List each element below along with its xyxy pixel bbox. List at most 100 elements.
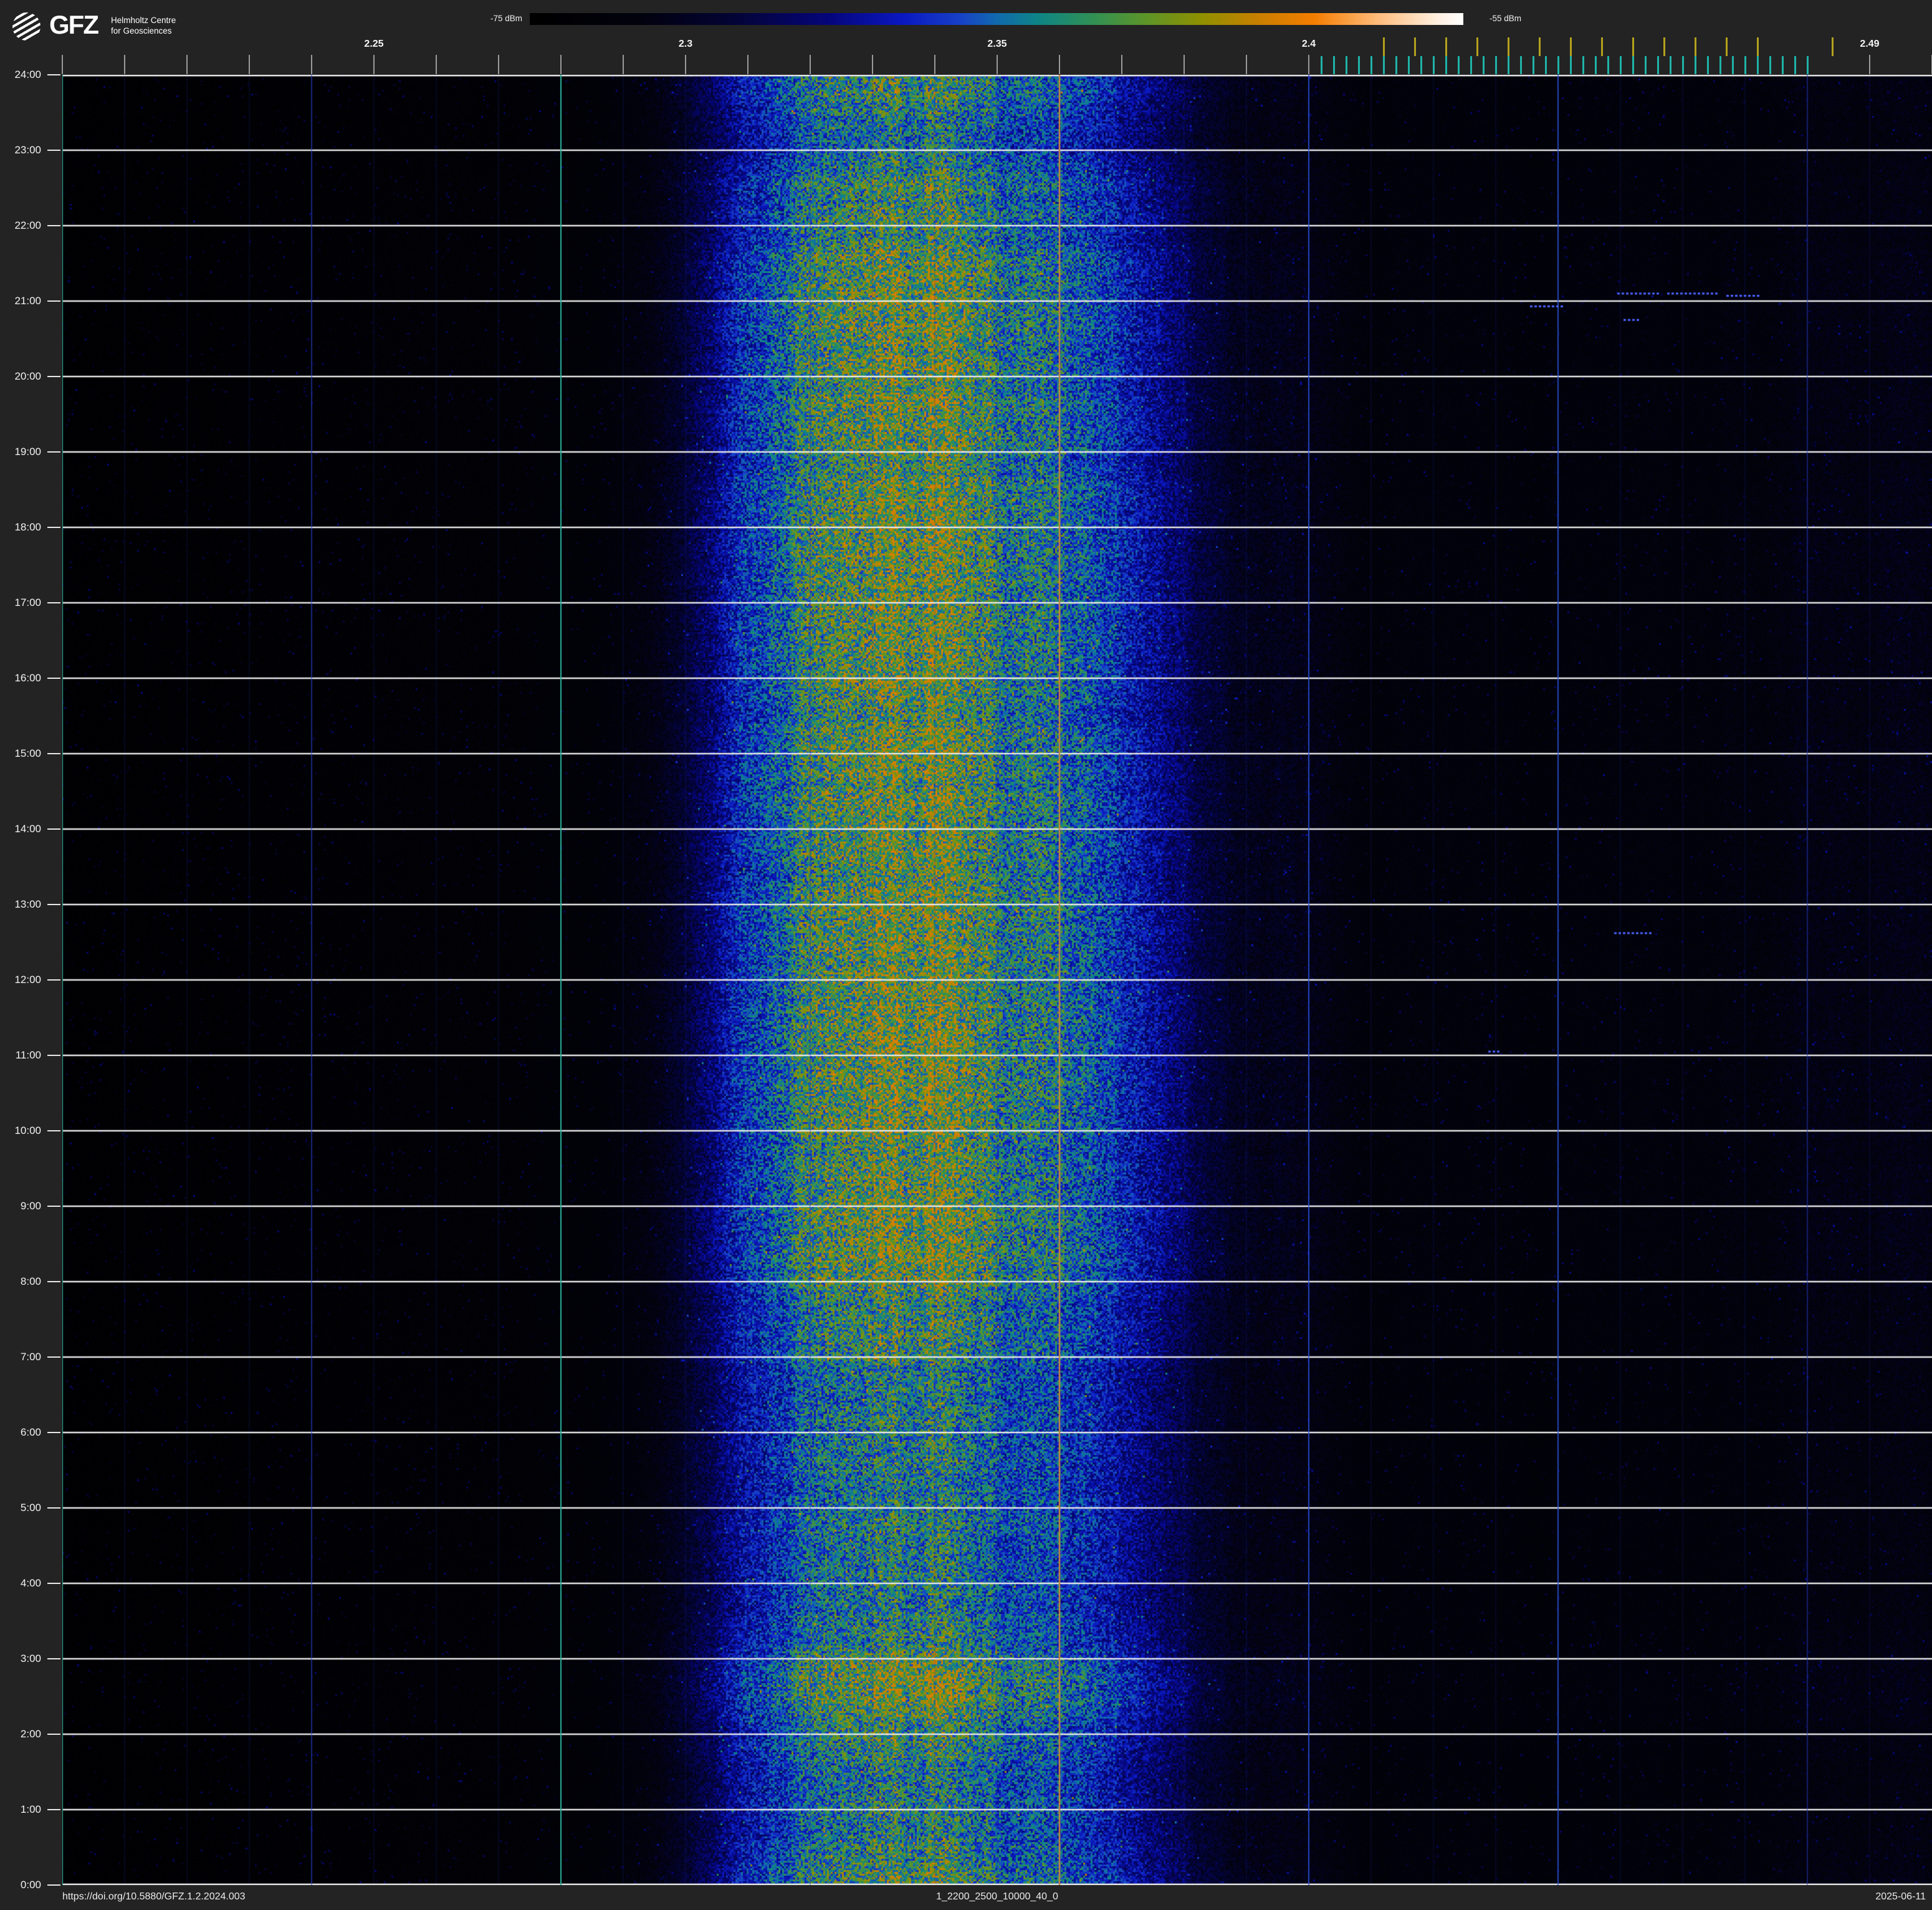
time-axis-tick <box>47 904 60 905</box>
time-axis-label: 4:00 <box>20 1577 41 1589</box>
freq-minor-tick <box>436 55 437 74</box>
time-axis-tick <box>47 527 60 528</box>
time-axis-tick <box>47 1281 60 1282</box>
wifi-channel-tick <box>1694 37 1696 56</box>
ble-channel-tick <box>1532 56 1534 74</box>
time-axis-tick <box>47 602 60 603</box>
ble-channel-tick <box>1382 56 1385 74</box>
freq-minor-tick <box>62 55 63 74</box>
ble-channel-tick <box>1694 56 1696 74</box>
ble-channel-tick <box>1432 56 1435 74</box>
ble-channel-tick <box>1395 56 1397 74</box>
time-axis-tick <box>47 1055 60 1056</box>
wifi-channel-tick <box>1507 37 1509 56</box>
gfz-logo-subtitle: Helmholtz Centre for Geosciences <box>111 15 176 36</box>
ble-channel-tick <box>1557 56 1559 74</box>
dataset-id: 1_2200_2500_10000_40_0 <box>936 1891 1058 1902</box>
ble-channel-tick <box>1681 56 1684 74</box>
ble-channel-tick <box>1357 56 1360 74</box>
doi-link[interactable]: https://doi.org/10.5880/GFZ.1.2.2024.003 <box>62 1891 246 1903</box>
time-axis-label: 1:00 <box>20 1803 41 1815</box>
wifi-channel-tick <box>1413 37 1416 56</box>
freq-minor-tick <box>1184 55 1185 74</box>
wifi-channel-tick <box>1725 37 1728 56</box>
freq-axis-label: 2.35 <box>987 39 1007 49</box>
time-axis-label: 24:00 <box>14 69 41 80</box>
time-axis-tick <box>47 451 60 453</box>
wifi-channel-tick <box>1445 37 1447 56</box>
time-axis-label: 14:00 <box>14 823 41 835</box>
ble-channel-tick <box>1594 56 1597 74</box>
wifi-channel-tick <box>1632 37 1634 56</box>
spectrogram-page: GFZ Helmholtz Centre for Geosciences -75… <box>0 0 1932 1910</box>
time-axis-tick <box>47 1809 60 1810</box>
time-axis-tick <box>47 376 60 377</box>
ble-channel-tick <box>1544 56 1547 74</box>
freq-axis-label: 2.25 <box>364 39 384 49</box>
time-axis-label: 2:00 <box>20 1728 41 1740</box>
ble-channel-tick <box>1619 56 1622 74</box>
ble-channel-tick <box>1719 56 1721 74</box>
time-axis-label: 0:00 <box>20 1879 41 1891</box>
ble-channel-tick <box>1744 56 1746 74</box>
freq-minor-tick <box>623 55 624 74</box>
time-axis-tick <box>47 828 60 830</box>
freq-minor-tick <box>311 55 312 74</box>
ble-channel-tick <box>1519 56 1522 74</box>
ble-channel-tick <box>1420 56 1422 74</box>
colorbar-min-label: -75 dBm <box>490 14 522 23</box>
time-axis-tick <box>47 1432 60 1433</box>
ble-channel-tick <box>1457 56 1460 74</box>
freq-minor-tick <box>560 55 562 74</box>
freq-minor-tick <box>498 55 499 74</box>
freq-minor-tick <box>872 55 873 74</box>
time-axis-label: 5:00 <box>20 1502 41 1514</box>
freq-minor-tick <box>1869 55 1870 74</box>
time-axis-tick <box>47 1734 60 1735</box>
time-axis-tick <box>47 300 60 302</box>
ble-channel-tick <box>1407 56 1410 74</box>
ble-channel-tick <box>1482 56 1485 74</box>
ble-channel-tick <box>1345 56 1347 74</box>
ble-channel-tick <box>1769 56 1771 74</box>
ble-channel-tick <box>1320 56 1322 74</box>
ble-channel-tick <box>1632 56 1634 74</box>
ble-channel-tick <box>1445 56 1447 74</box>
time-axis-tick <box>47 753 60 754</box>
time-axis-tick <box>47 1356 60 1358</box>
time-axis-tick <box>47 74 60 75</box>
freq-axis-label: 2.3 <box>678 39 693 49</box>
freq-minor-tick <box>1121 55 1122 74</box>
ble-channel-tick <box>1569 56 1572 74</box>
time-axis-label: 18:00 <box>14 521 41 533</box>
time-axis-label: 15:00 <box>14 747 41 759</box>
ble-channel-tick <box>1332 56 1335 74</box>
time-axis-label: 10:00 <box>14 1125 41 1136</box>
time-axis-label: 6:00 <box>20 1426 41 1438</box>
wifi-channel-tick <box>1382 37 1385 56</box>
time-axis-label: 20:00 <box>14 370 41 382</box>
time-axis-tick <box>47 1658 60 1659</box>
time-axis-tick <box>47 150 60 151</box>
gfz-logo-icon <box>12 12 41 41</box>
ble-channel-tick <box>1669 56 1671 74</box>
ble-channel-tick <box>1706 56 1709 74</box>
ble-channel-tick <box>1657 56 1659 74</box>
freq-minor-tick <box>186 55 188 74</box>
logo-subtitle-line2: for Geosciences <box>111 26 172 36</box>
time-axis-label: 9:00 <box>20 1200 41 1212</box>
freq-minor-tick <box>1059 55 1060 74</box>
time-axis-tick <box>47 225 60 226</box>
wifi-channel-tick <box>1663 37 1665 56</box>
time-axis-label: 7:00 <box>20 1351 41 1363</box>
ble-channel-tick <box>1507 56 1509 74</box>
time-axis-tick <box>47 1884 60 1886</box>
logo-subtitle-line1: Helmholtz Centre <box>111 16 176 25</box>
spectrogram-plot <box>62 75 1932 1885</box>
freq-minor-tick <box>373 55 375 74</box>
freq-axis-label: 2.4 <box>1301 39 1316 49</box>
wifi-channel-tick <box>1538 37 1541 56</box>
ble-channel-tick <box>1607 56 1609 74</box>
time-axis-label: 17:00 <box>14 597 41 608</box>
ble-channel-tick <box>1470 56 1472 74</box>
